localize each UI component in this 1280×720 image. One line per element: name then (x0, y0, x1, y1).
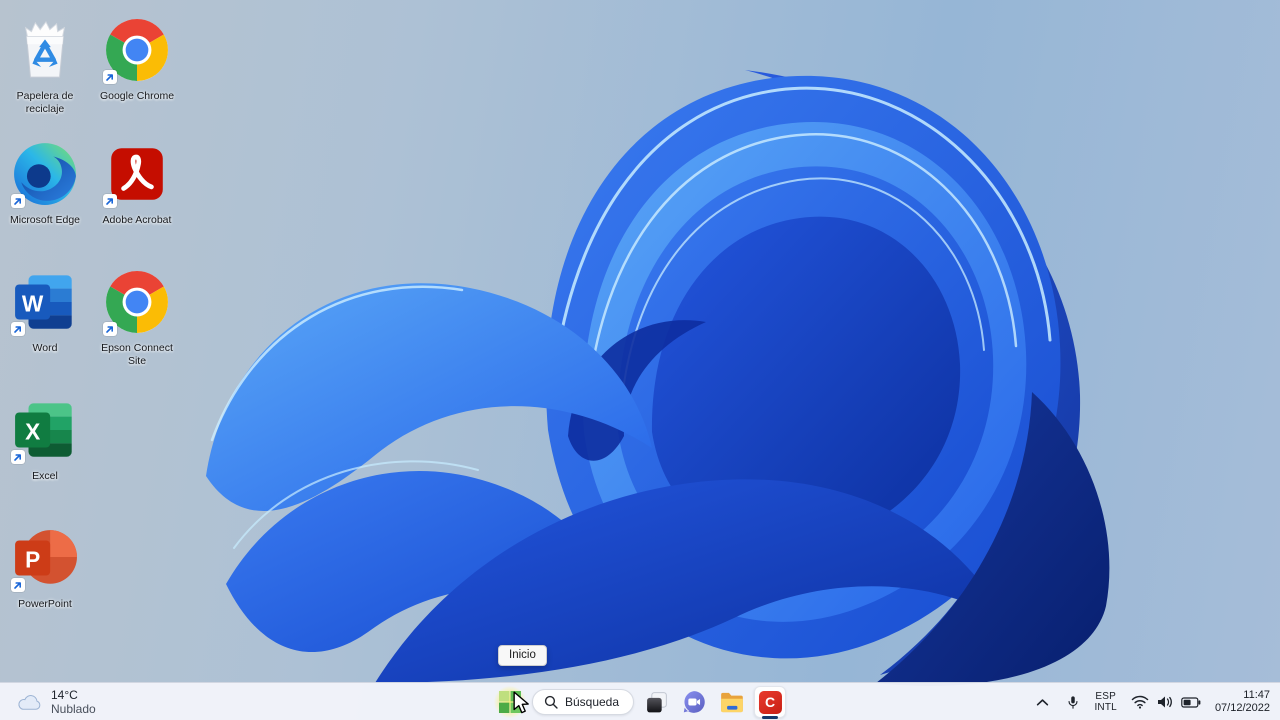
cloud-icon (18, 695, 41, 710)
windows-desktop: Papelera de reciclaje Google Chrome Micr… (0, 0, 1280, 720)
chat-icon (683, 691, 705, 713)
chevron-up-icon (1037, 698, 1049, 705)
desktop-icon-excel[interactable]: X Excel (0, 390, 90, 483)
desktop-icon-label: Word (32, 342, 58, 354)
language-bottom: INTL (1094, 702, 1117, 713)
running-app-indicator (762, 716, 779, 719)
chat-button[interactable] (678, 686, 710, 718)
start-tooltip: Inicio (498, 645, 547, 666)
powerpoint-letter: P (25, 546, 40, 572)
desktop-icon-label: PowerPoint (18, 598, 72, 610)
excel-letter: X (25, 418, 40, 444)
desktop-icon-google-chrome[interactable]: Google Chrome (92, 10, 182, 103)
file-explorer-button[interactable] (716, 686, 748, 718)
shortcut-arrow-icon (103, 322, 117, 336)
desktop-icon-label: Google Chrome (99, 90, 175, 102)
shortcut-arrow-icon (103, 70, 117, 84)
camtasia-icon: C (758, 690, 782, 714)
microphone-indicator[interactable] (1063, 692, 1083, 713)
weather-widget[interactable]: 14°C Nublado (10, 683, 102, 720)
desktop-icon-label: Microsoft Edge (9, 214, 81, 226)
wifi-icon (1131, 695, 1149, 709)
task-view-button[interactable] (640, 686, 672, 718)
language-top: ESP (1095, 691, 1116, 702)
taskbar: 14°C Nublado Búsqueda C ESP INTL 11:47 0… (0, 682, 1280, 720)
search-label: Búsqueda (564, 695, 620, 709)
shortcut-arrow-icon (103, 194, 117, 208)
clock[interactable]: 11:47 07/12/2022 (1215, 689, 1272, 715)
desktop-icon-label: Excel (32, 470, 58, 482)
shortcut-arrow-icon (11, 322, 25, 336)
task-view-icon (646, 691, 667, 712)
desktop-icon-recycle-bin[interactable]: Papelera de reciclaje (0, 10, 90, 116)
start-tooltip-label: Inicio (509, 649, 536, 661)
desktop-icon-word[interactable]: W Word (0, 262, 90, 355)
language-indicator[interactable]: ESP INTL (1094, 691, 1116, 713)
desktop-icon-label: Papelera de reciclaje (16, 90, 74, 115)
tray-chevron-button[interactable] (1033, 696, 1052, 709)
bloom-wallpaper (206, 70, 1110, 686)
camtasia-button[interactable]: C (754, 686, 787, 719)
battery-icon (1181, 696, 1201, 708)
desktop-icon-label: Adobe Acrobat (102, 214, 172, 226)
weather-temperature: 14°C (51, 688, 78, 702)
file-explorer-icon (721, 692, 743, 713)
weather-condition: Nublado (51, 702, 96, 716)
desktop-icon-label: Epson Connect Site (101, 342, 173, 367)
search-box[interactable]: Búsqueda (531, 689, 635, 715)
volume-icon (1157, 696, 1172, 708)
desktop-icon-adobe-acrobat[interactable]: Adobe Acrobat (92, 134, 182, 227)
system-tray: ESP INTL 11:47 07/12/2022 (1033, 683, 1272, 720)
desktop-icon-epson-connect-site[interactable]: Epson Connect Site (92, 262, 182, 368)
network-volume-battery-button[interactable] (1128, 693, 1204, 711)
word-letter: W (22, 290, 44, 316)
clock-date: 07/12/2022 (1214, 702, 1270, 714)
search-icon (544, 695, 558, 709)
shortcut-arrow-icon (11, 450, 25, 464)
desktop-icon-microsoft-edge[interactable]: Microsoft Edge (0, 134, 90, 227)
clock-time: 11:47 (1243, 689, 1270, 701)
microphone-icon (1068, 695, 1078, 709)
desktop-icon-powerpoint[interactable]: P PowerPoint (0, 518, 90, 611)
recycle-bin-icon (24, 20, 66, 78)
mouse-cursor (513, 691, 529, 714)
shortcut-arrow-icon (11, 194, 25, 208)
taskbar-center: Búsqueda C (493, 683, 787, 720)
shortcut-arrow-icon (11, 578, 25, 592)
